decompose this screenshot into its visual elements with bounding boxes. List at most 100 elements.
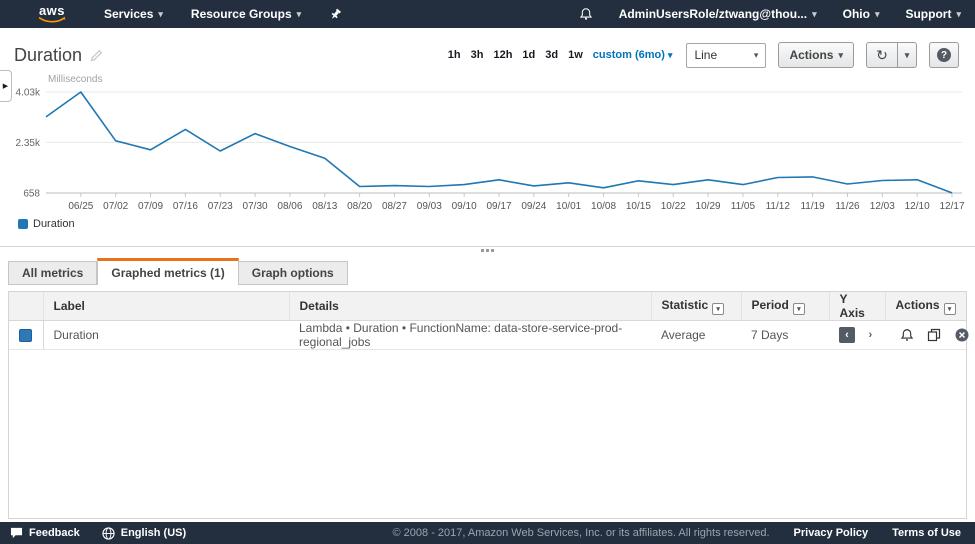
sidebar-expand-handle[interactable]: ▶: [0, 70, 12, 102]
aws-logo[interactable]: aws: [38, 5, 66, 23]
col-details: Details: [289, 292, 651, 321]
tab-graph-options[interactable]: Graph options: [239, 261, 348, 285]
col-actions-text: Actions: [896, 298, 940, 312]
svg-text:08/27: 08/27: [382, 201, 407, 212]
svg-text:11/19: 11/19: [800, 201, 825, 212]
col-label-text: Label: [54, 299, 85, 313]
yaxis-right-button[interactable]: ›: [862, 327, 878, 343]
nav-resource-groups[interactable]: Resource Groups ▾: [191, 7, 301, 21]
col-yaxis: Y Axis: [829, 292, 885, 321]
refresh-split-button: ↻ ▾: [866, 42, 917, 68]
globe-icon: [102, 527, 115, 540]
svg-text:11/12: 11/12: [766, 201, 791, 212]
range-1w[interactable]: 1w: [568, 49, 583, 61]
duplicate-icon[interactable]: [927, 328, 941, 342]
flyout-arrow-icon: ▶: [3, 82, 8, 90]
panel-resize-handle[interactable]: [0, 246, 975, 256]
legend-swatch[interactable]: [18, 219, 28, 229]
privacy-policy-link[interactable]: Privacy Policy: [794, 527, 869, 539]
feedback-button[interactable]: Feedback: [10, 527, 80, 539]
metrics-tabs: All metrics Graphed metrics (1) Graph op…: [8, 258, 967, 285]
graphed-metrics-panel: Label Details Statistic▾ Period▾ Y Axis …: [8, 291, 967, 519]
tab-all-metrics[interactable]: All metrics: [8, 261, 97, 285]
svg-text:09/10: 09/10: [452, 201, 477, 212]
svg-text:07/09: 07/09: [138, 201, 163, 212]
svg-text:12/17: 12/17: [939, 201, 964, 212]
row-statistic-cell[interactable]: Average: [651, 321, 741, 350]
tab-graph-options-label: Graph options: [252, 266, 334, 280]
feedback-bubble-icon: [10, 527, 23, 539]
refresh-button[interactable]: ↻: [866, 42, 898, 68]
row-details-cell: Lambda • Duration • FunctionName: data-s…: [289, 321, 651, 350]
header-checkbox-cell: [9, 292, 43, 321]
notifications-button[interactable]: [579, 7, 593, 21]
nav-services-label: Services: [104, 7, 153, 21]
statistic-filter-icon[interactable]: ▾: [712, 303, 724, 315]
language-selector[interactable]: English (US): [102, 527, 186, 540]
time-range-selector: 1h 3h 12h 1d 3d 1w custom (6mo) ▾: [448, 49, 673, 61]
actions-button[interactable]: Actions ▾: [778, 42, 854, 68]
range-custom[interactable]: custom (6mo) ▾: [593, 49, 673, 61]
edit-title-icon[interactable]: [90, 49, 103, 62]
row-yaxis-cell: ‹ ›: [829, 321, 885, 350]
svg-text:10/01: 10/01: [556, 201, 581, 212]
tab-graphed-metrics[interactable]: Graphed metrics (1): [97, 258, 238, 285]
aws-smile-icon: [38, 16, 66, 23]
svg-text:10/15: 10/15: [626, 201, 651, 212]
chart-type-select[interactable]: Line ▾: [686, 43, 766, 68]
svg-text:07/02: 07/02: [103, 201, 128, 212]
nav-region-menu[interactable]: Ohio ▾: [843, 7, 880, 21]
duration-chart[interactable]: 4.03k2.35k658Milliseconds06/2507/0207/09…: [0, 70, 975, 212]
chevron-down-icon: ▾: [668, 50, 673, 61]
metric-chart-area: 4.03k2.35k658Milliseconds06/2507/0207/09…: [0, 70, 975, 232]
svg-text:658: 658: [23, 189, 40, 200]
range-3d[interactable]: 3d: [545, 49, 558, 61]
svg-text:09/17: 09/17: [486, 201, 511, 212]
actions-filter-icon[interactable]: ▾: [944, 303, 956, 315]
chevron-down-icon: ▾: [812, 9, 817, 20]
chart-legend: Duration: [0, 212, 975, 232]
nav-support-menu[interactable]: Support ▾: [905, 7, 961, 21]
chevron-down-icon: ▾: [754, 50, 759, 61]
refresh-icon: ↻: [876, 47, 888, 64]
copyright-text: © 2008 - 2017, Amazon Web Services, Inc.…: [393, 527, 770, 539]
remove-metric-icon[interactable]: [955, 328, 969, 342]
range-3h[interactable]: 3h: [471, 49, 484, 61]
period-filter-icon[interactable]: ▾: [793, 303, 805, 315]
svg-text:4.03k: 4.03k: [16, 88, 41, 99]
svg-text:11/26: 11/26: [835, 201, 860, 212]
row-label-cell[interactable]: Duration: [43, 321, 289, 350]
nav-services[interactable]: Services ▾: [104, 7, 163, 21]
legend-label[interactable]: Duration: [33, 218, 75, 230]
metric-visibility-checkbox[interactable]: [19, 329, 32, 342]
drag-dots-icon: [481, 249, 494, 252]
row-period-cell[interactable]: 7 Days: [741, 321, 829, 350]
nav-account-menu[interactable]: AdminUsersRole/ztwang@thou... ▾: [619, 7, 817, 21]
range-1d[interactable]: 1d: [522, 49, 535, 61]
terms-of-use-link[interactable]: Terms of Use: [892, 527, 961, 539]
svg-text:09/24: 09/24: [521, 201, 546, 212]
metrics-table: Label Details Statistic▾ Period▾ Y Axis …: [9, 292, 966, 350]
svg-text:11/05: 11/05: [731, 201, 756, 212]
svg-text:2.35k: 2.35k: [16, 138, 41, 149]
create-alarm-icon[interactable]: [900, 328, 914, 342]
range-1h[interactable]: 1h: [448, 49, 461, 61]
region-name: Ohio: [843, 7, 870, 21]
graph-header: Duration 1h 3h 12h 1d 3d 1w custom (6mo)…: [0, 28, 975, 70]
feedback-label: Feedback: [29, 527, 80, 539]
svg-text:Milliseconds: Milliseconds: [48, 74, 102, 85]
col-statistic: Statistic▾: [651, 292, 741, 321]
range-12h[interactable]: 12h: [493, 49, 512, 61]
row-checkbox-cell: [9, 321, 43, 350]
refresh-options-button[interactable]: ▾: [898, 42, 917, 68]
help-button[interactable]: ?: [929, 42, 959, 68]
chevron-down-icon: ▾: [905, 50, 910, 61]
chevron-down-icon: ▾: [297, 9, 302, 20]
col-details-text: Details: [300, 299, 339, 313]
pin-shortcut-button[interactable]: [329, 8, 342, 21]
col-period: Period▾: [741, 292, 829, 321]
tab-graphed-metrics-label: Graphed metrics (1): [111, 266, 224, 280]
pushpin-icon: [329, 8, 342, 21]
yaxis-left-button[interactable]: ‹: [839, 327, 855, 343]
tab-all-metrics-label: All metrics: [22, 266, 83, 280]
